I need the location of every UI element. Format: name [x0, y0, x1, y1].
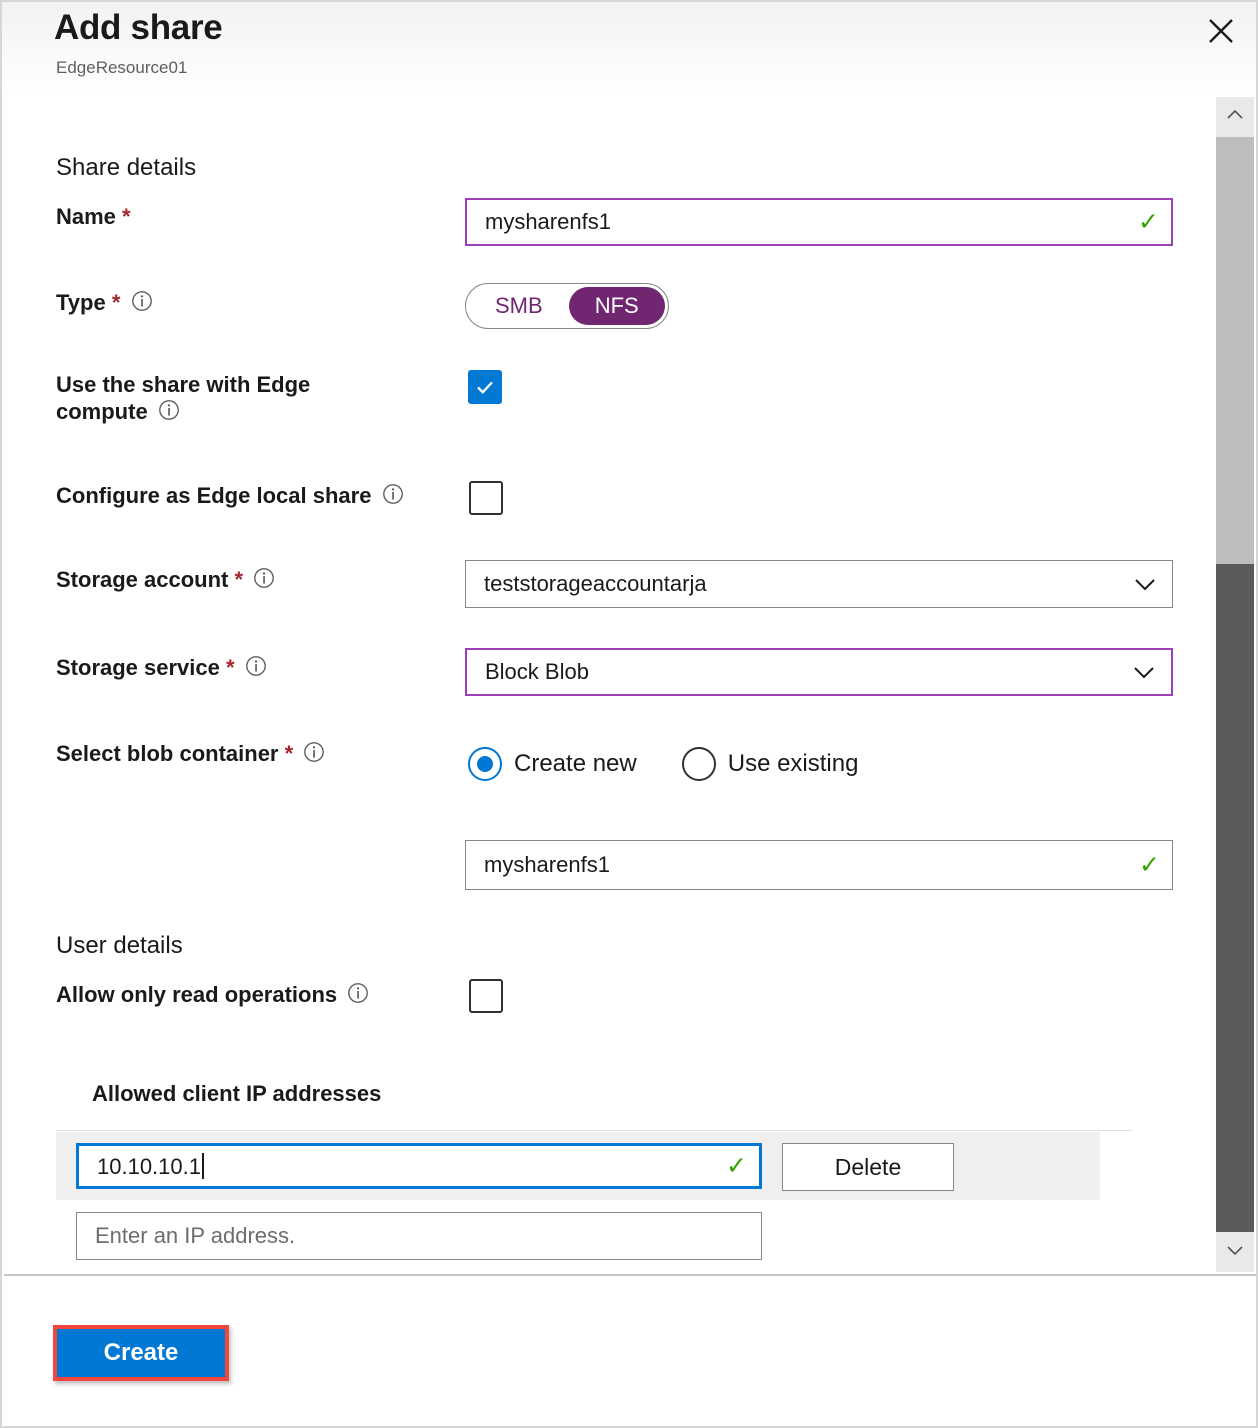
scroll-down-button[interactable]: [1216, 1232, 1254, 1272]
chevron-down-icon: [1129, 657, 1159, 687]
required-asterisk: *: [285, 741, 294, 766]
valid-check-icon: ✓: [726, 1154, 747, 1179]
required-asterisk: *: [122, 204, 131, 229]
chevron-up-icon: [1225, 108, 1245, 127]
name-input-value: mysharenfs1: [485, 209, 1130, 235]
edge-compute-checkbox[interactable]: [468, 370, 502, 404]
label-edge-local-share: Configure as Edge local share: [56, 483, 404, 512]
vertical-scrollbar[interactable]: [1216, 97, 1254, 1272]
delete-ip-button[interactable]: Delete: [782, 1143, 954, 1191]
blob-container-name-input[interactable]: mysharenfs1 ✓: [465, 840, 1173, 890]
label-storage-service: Storage service *: [56, 655, 267, 684]
close-icon: [1206, 16, 1236, 46]
type-toggle[interactable]: SMB NFS: [465, 283, 669, 329]
label-type: Type *: [56, 290, 153, 319]
allowed-ips-heading: Allowed client IP addresses: [92, 1081, 381, 1108]
label-storage-account: Storage account *: [56, 567, 275, 596]
footer-divider: [4, 1274, 1258, 1276]
allowed-ips-divider: [56, 1130, 1132, 1131]
label-blob-container: Select blob container *: [56, 741, 325, 770]
add-share-dialog: Add share EdgeResource01 Share details N…: [0, 0, 1258, 1428]
info-icon[interactable]: [158, 399, 180, 428]
storage-service-value: Block Blob: [485, 659, 1121, 685]
new-ip-address-input[interactable]: Enter an IP address.: [76, 1212, 762, 1260]
page-title: Add share: [54, 8, 222, 48]
required-asterisk: *: [226, 655, 235, 680]
label-edge-compute: Use the share with Edge compute: [56, 372, 446, 428]
info-icon[interactable]: [347, 982, 369, 1011]
radio-use-existing[interactable]: Use existing: [682, 747, 859, 781]
new-ip-address-placeholder: Enter an IP address.: [95, 1223, 749, 1249]
radio-use-existing-indicator: [682, 747, 716, 781]
storage-account-dropdown[interactable]: teststorageaccountarja: [465, 560, 1173, 608]
section-heading-user-details: User details: [56, 932, 183, 960]
chevron-down-icon: [1130, 569, 1160, 599]
valid-check-icon: ✓: [1139, 853, 1160, 878]
info-icon[interactable]: [382, 483, 404, 512]
section-heading-share-details: Share details: [56, 154, 196, 182]
required-asterisk: *: [112, 290, 121, 315]
chevron-down-icon: [1225, 1243, 1245, 1262]
type-option-nfs[interactable]: NFS: [569, 287, 665, 325]
storage-service-dropdown[interactable]: Block Blob: [465, 648, 1173, 696]
dialog-subtitle: EdgeResource01: [56, 58, 187, 78]
scrollbar-track[interactable]: [1216, 137, 1254, 1232]
storage-account-value: teststorageaccountarja: [484, 571, 1122, 597]
radio-use-existing-label: Use existing: [728, 750, 859, 778]
blob-container-radio-group: Create new Use existing: [468, 747, 858, 781]
info-icon[interactable]: [131, 290, 153, 319]
label-read-only: Allow only read operations: [56, 982, 369, 1011]
create-button-highlight: Create: [53, 1325, 229, 1381]
dialog-header: Add share EdgeResource01: [2, 2, 1256, 94]
type-option-smb[interactable]: SMB: [469, 287, 569, 325]
info-icon[interactable]: [253, 567, 275, 596]
required-asterisk: *: [235, 567, 244, 592]
info-icon[interactable]: [303, 741, 325, 770]
radio-create-new-label: Create new: [514, 750, 637, 778]
label-name: Name *: [56, 204, 131, 231]
ip-address-value: 10.10.10.1: [97, 1153, 718, 1180]
read-only-checkbox[interactable]: [469, 979, 503, 1013]
ip-row: 10.10.10.1 ✓ Delete: [56, 1132, 1100, 1200]
edge-local-share-checkbox[interactable]: [469, 481, 503, 515]
ip-address-input[interactable]: 10.10.10.1 ✓: [76, 1143, 762, 1189]
dialog-scroll-area: Share details Name * mysharenfs1 ✓ Type …: [4, 94, 1220, 1274]
close-button[interactable]: [1198, 8, 1244, 54]
valid-check-icon: ✓: [1138, 210, 1159, 235]
name-input[interactable]: mysharenfs1 ✓: [465, 198, 1173, 246]
scroll-up-button[interactable]: [1216, 97, 1254, 137]
radio-create-new-indicator: [468, 747, 502, 781]
radio-create-new[interactable]: Create new: [468, 747, 637, 781]
scrollbar-thumb[interactable]: [1216, 564, 1254, 1232]
blob-container-name-value: mysharenfs1: [484, 852, 1131, 878]
info-icon[interactable]: [245, 655, 267, 684]
create-button[interactable]: Create: [57, 1329, 225, 1377]
text-cursor: [202, 1153, 204, 1179]
